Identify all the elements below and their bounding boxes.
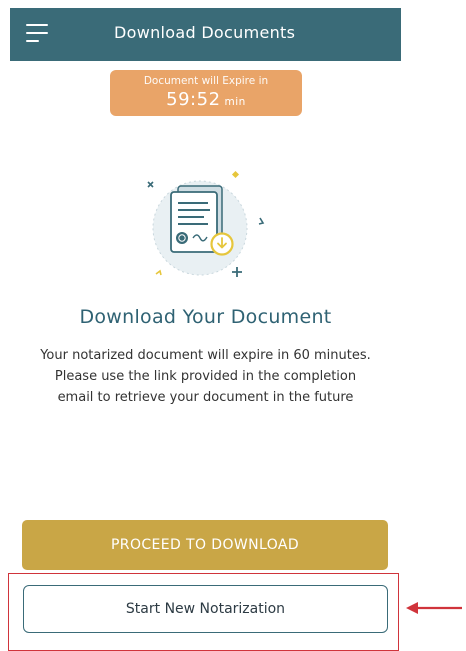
expiry-timer-badge: Document will Expire in 59:52 min [110, 70, 302, 116]
start-new-notarization-button[interactable]: Start New Notarization [23, 585, 388, 633]
app-header: Download Documents [10, 8, 401, 61]
expiry-description: Your notarized document will expire in 6… [40, 348, 371, 405]
page-title: Download Documents [114, 23, 296, 42]
document-download-icon [147, 170, 265, 277]
expiry-countdown: 59:52 min [110, 89, 302, 110]
red-arrow-icon [406, 602, 462, 614]
expiry-label: Document will Expire in [143, 75, 269, 87]
section-title: Download Your Document [79, 306, 332, 328]
expiry-time-unit: min [224, 96, 246, 108]
menu-icon[interactable] [26, 22, 48, 44]
proceed-to-download-button[interactable]: PROCEED TO DOWNLOAD [22, 520, 388, 570]
expiry-time-value: 59:52 [166, 89, 221, 110]
download-documents-screen: Download Documents Document will Expire … [0, 0, 466, 651]
